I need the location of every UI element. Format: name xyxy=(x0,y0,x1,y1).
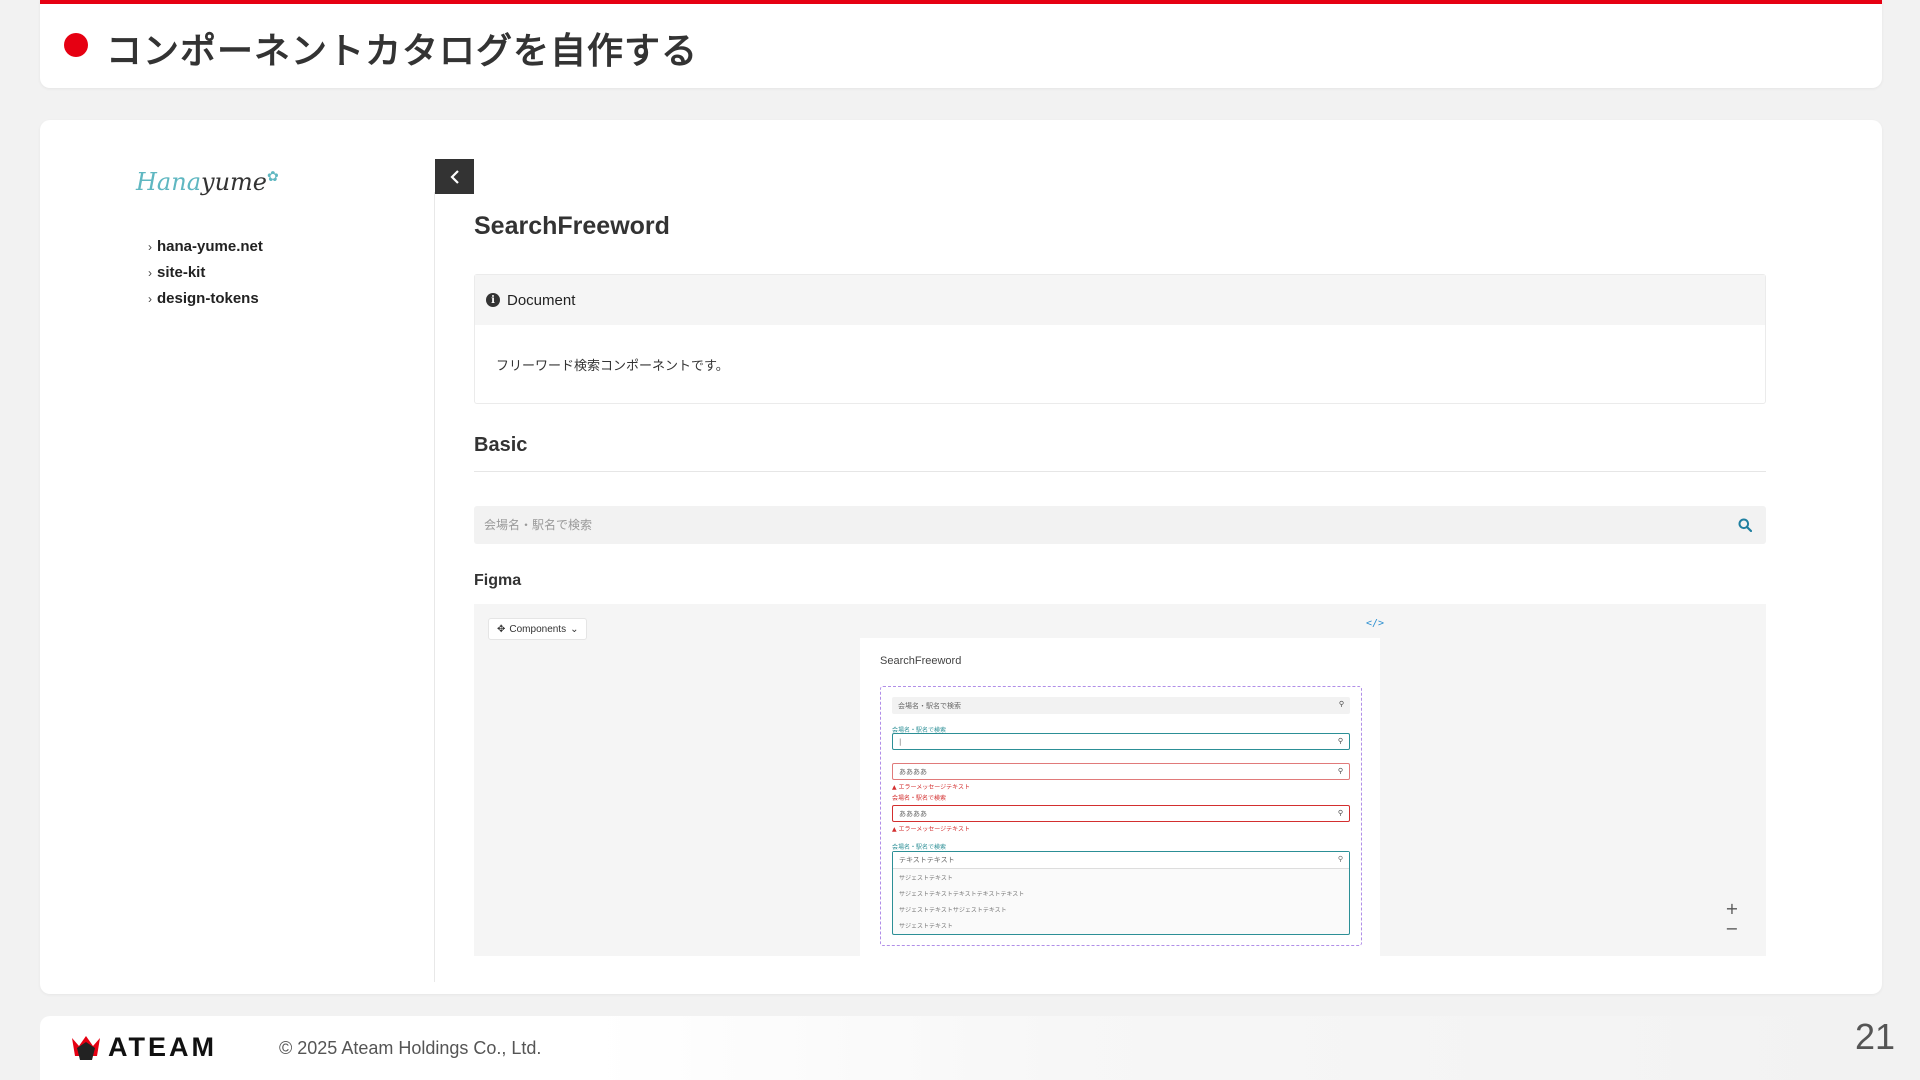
zoom-out-button[interactable]: − xyxy=(1725,919,1738,939)
chevron-right-icon: › xyxy=(148,266,152,280)
footer: ATEAM © 2025 Ateam Holdings Co., Ltd. xyxy=(40,1016,1882,1080)
variant-suggest: テキストテキスト ⚲ サジェストテキスト サジェストテキストテキストテキストテキス… xyxy=(892,851,1350,935)
search-icon: ⚲ xyxy=(1338,700,1344,708)
components-dropdown[interactable]: ✥ Components ⌄ xyxy=(488,618,588,640)
components-icon: ✥ xyxy=(497,623,506,635)
section-title-basic: Basic xyxy=(474,434,528,456)
document-panel: i Document フリーワード検索コンポーネントです。 xyxy=(474,274,1766,404)
ateam-wordmark: ATEAM xyxy=(108,1032,217,1062)
chevron-left-icon xyxy=(449,169,459,184)
sidebar: Hanayume✿ › hana-yume.net › site-kit › desi… xyxy=(40,120,435,994)
page-number: 21 xyxy=(1855,1016,1896,1057)
section-title-figma: Figma xyxy=(474,572,522,589)
variant-error: ああああ ⚲ xyxy=(892,763,1350,780)
suggestion-item: サジェストテキスト xyxy=(899,922,953,930)
sidebar-nav: › hana-yume.net › site-kit › design-tokens xyxy=(148,234,263,312)
page-title: SearchFreeword xyxy=(474,212,670,240)
zoom-in-button[interactable]: + xyxy=(1725,899,1738,919)
variant-error-message: ▲ エラーメッセージテキスト xyxy=(892,826,970,833)
sidebar-item-site-kit[interactable]: › site-kit xyxy=(148,260,263,286)
variant-label: 会場名・駅名で検索 xyxy=(892,844,947,851)
search-icon: ⚲ xyxy=(1337,737,1343,745)
variant-default: 会場名・駅名で検索 ⚲ xyxy=(892,697,1350,714)
search-icon: ⚲ xyxy=(1337,809,1343,817)
variant-focus: | ⚲ xyxy=(892,733,1350,750)
sidebar-divider xyxy=(434,192,435,982)
chevron-down-icon: ⌄ xyxy=(570,623,579,635)
title-bullet-icon xyxy=(64,33,88,57)
ateam-logo: ATEAM xyxy=(70,1032,217,1063)
flower-icon: ✿ xyxy=(267,169,279,185)
main-content: SearchFreeword i Document フリーワード検索コンポーネン… xyxy=(474,120,1774,994)
search-icon: ⚲ xyxy=(1337,855,1343,863)
document-label: Document xyxy=(507,291,576,309)
chevron-right-icon: › xyxy=(148,292,152,306)
variant-error-labeled: ああああ ⚲ xyxy=(892,805,1350,822)
variant-label: 会場名・駅名で検索 xyxy=(892,795,947,802)
slide-title: コンポーネントカタログを自作する xyxy=(106,31,699,72)
code-icon[interactable]: </> xyxy=(1366,618,1384,629)
search-icon: ⚲ xyxy=(1337,767,1343,775)
suggestion-item: サジェストテキストサジェストテキスト xyxy=(899,906,1007,914)
search-input[interactable] xyxy=(484,518,1738,532)
zoom-controls: + − xyxy=(1721,899,1743,943)
search-freeword-demo xyxy=(474,506,1766,544)
search-icon[interactable] xyxy=(1738,518,1752,532)
figma-component-set: 会場名・駅名で検索 ⚲ 会場名・駅名で検索 | ⚲ ああああ ⚲ ▲ エラーメッセージ… xyxy=(880,686,1362,946)
suggestion-item: サジェストテキスト xyxy=(899,874,953,882)
variant-error-message: ▲ エラーメッセージテキスト xyxy=(892,784,970,791)
slide-title-bar: コンポーネントカタログを自作する xyxy=(40,0,1882,88)
document-text: フリーワード検索コンポーネントです。 xyxy=(496,359,729,374)
collapse-sidebar-button[interactable] xyxy=(435,159,474,194)
chevron-right-icon: › xyxy=(148,240,152,254)
figma-canvas-title: SearchFreeword xyxy=(880,655,962,667)
figma-embed: ✥ Components ⌄ </> SearchFreeword 会場名・駅名… xyxy=(474,604,1766,956)
catalog-screenshot: Hanayume✿ › hana-yume.net › site-kit › desi… xyxy=(40,120,1882,994)
sidebar-item-hana-yume-net[interactable]: › hana-yume.net xyxy=(148,234,263,260)
figma-canvas: SearchFreeword 会場名・駅名で検索 ⚲ 会場名・駅名で検索 | ⚲ あ… xyxy=(860,638,1380,956)
copyright: © 2025 Ateam Holdings Co., Ltd. xyxy=(279,1038,542,1058)
document-header: i Document xyxy=(475,275,1765,325)
hanayume-logo[interactable]: Hanayume✿ xyxy=(136,168,279,196)
section-divider xyxy=(474,471,1766,472)
ateam-mark-icon xyxy=(72,1035,100,1060)
info-icon: i xyxy=(486,293,500,307)
suggestion-item: サジェストテキストテキストテキストテキスト xyxy=(899,890,1025,898)
sidebar-item-design-tokens[interactable]: › design-tokens xyxy=(148,286,263,312)
